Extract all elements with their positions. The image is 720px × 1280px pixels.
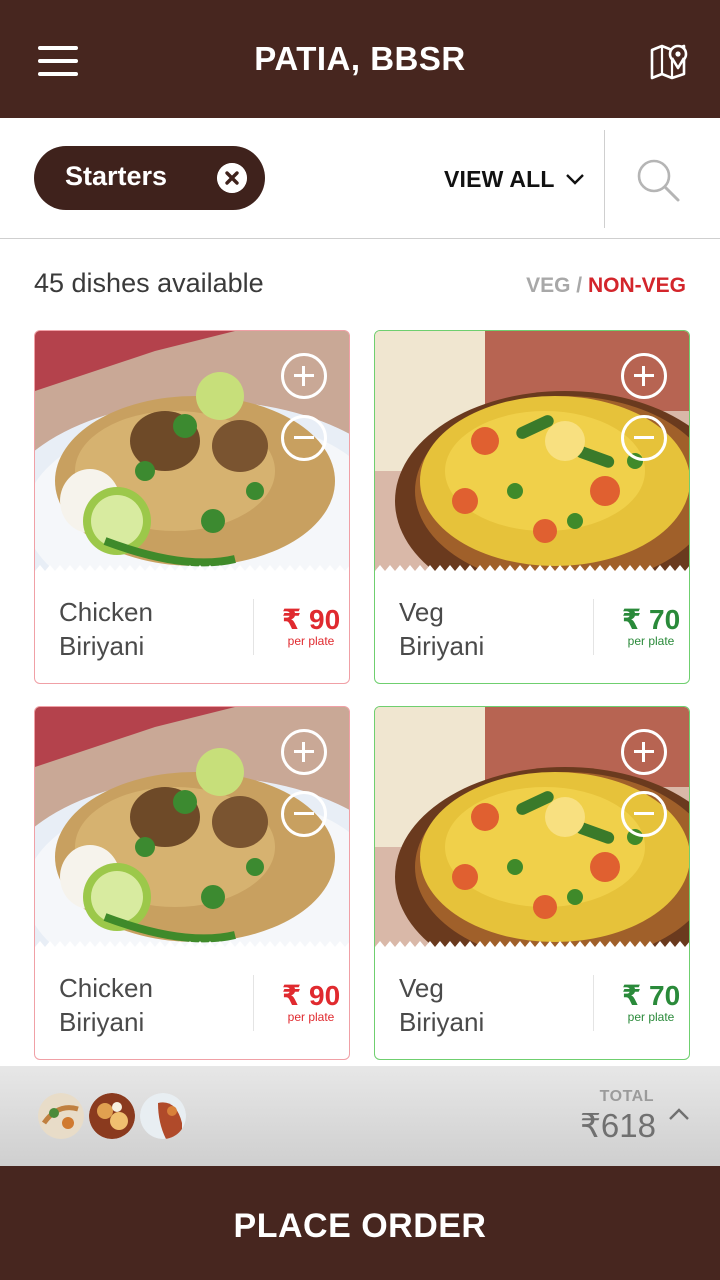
- dish-image: [375, 331, 689, 575]
- category-chip-label: Starters: [65, 161, 168, 191]
- location-title[interactable]: PATIA, BBSR: [160, 40, 560, 78]
- search-icon[interactable]: [634, 156, 682, 204]
- dish-price: ₹ 90: [281, 980, 341, 1011]
- chevron-up-icon[interactable]: [668, 1106, 690, 1122]
- dish-name: Chicken Biriyani: [59, 595, 229, 663]
- dish-name: Veg Biriyani: [399, 971, 569, 1039]
- add-icon[interactable]: [281, 353, 327, 399]
- remove-icon[interactable]: [621, 415, 667, 461]
- dish-image: [375, 707, 689, 951]
- dish-name: Veg Biriyani: [399, 595, 569, 663]
- dish-price: ₹ 90: [281, 604, 341, 635]
- diet-separator: /: [576, 274, 583, 297]
- dish-card[interactable]: Veg Biriyani ₹ 70 per plate: [374, 706, 690, 1060]
- total-value: ₹618: [579, 1107, 656, 1144]
- dish-name-line: Veg: [399, 973, 444, 1003]
- chevron-down-icon: [565, 174, 584, 185]
- dish-name-line: Biriyani: [399, 1007, 485, 1037]
- price-unit: per plate: [287, 1010, 335, 1024]
- dish-image: [35, 707, 349, 951]
- category-chip[interactable]: Starters: [34, 146, 265, 210]
- dish-name-line: Biriyani: [399, 631, 485, 661]
- divider: [593, 599, 594, 655]
- price-unit: per plate: [627, 634, 675, 648]
- divider: [593, 975, 594, 1031]
- nonveg-filter[interactable]: NON-VEG: [588, 274, 686, 297]
- divider: [253, 975, 254, 1031]
- place-order-button[interactable]: PLACE ORDER: [0, 1166, 720, 1280]
- dish-name-line: Biriyani: [59, 631, 145, 661]
- divider: [253, 599, 254, 655]
- view-all-label: VIEW ALL: [444, 165, 555, 192]
- dish-price: ₹ 70: [621, 604, 681, 635]
- dish-name-line: Veg: [399, 597, 444, 627]
- dish-name-line: Biriyani: [59, 1007, 145, 1037]
- map-pin-icon[interactable]: [648, 40, 690, 82]
- dish-card[interactable]: Chicken Biriyani ₹ 90 per plate: [34, 330, 350, 684]
- app-header: PATIA, BBSR: [0, 0, 720, 118]
- filter-bar: Starters VIEW ALL: [0, 118, 720, 239]
- price-unit: per plate: [627, 1010, 675, 1024]
- dish-card[interactable]: Veg Biriyani ₹ 70 per plate: [374, 330, 690, 684]
- price-unit: per plate: [287, 634, 335, 648]
- hamburger-menu-icon[interactable]: [38, 46, 78, 76]
- veg-filter[interactable]: VEG: [526, 274, 570, 297]
- dish-name: Chicken Biriyani: [59, 971, 229, 1039]
- cart-item-thumbnail: [89, 1093, 135, 1139]
- dish-count: 45 dishes available: [34, 268, 264, 298]
- add-icon[interactable]: [281, 729, 327, 775]
- cart-summary-bar[interactable]: TOTAL ₹618: [0, 1066, 720, 1166]
- diet-filter: VEG / NON-VEG: [526, 274, 686, 298]
- remove-icon[interactable]: [281, 415, 327, 461]
- dish-image: [35, 331, 349, 575]
- view-all-dropdown[interactable]: VIEW ALL: [444, 164, 585, 194]
- add-icon[interactable]: [621, 353, 667, 399]
- dish-name-line: Chicken: [59, 973, 153, 1003]
- remove-icon[interactable]: [281, 791, 327, 837]
- dish-price: ₹ 70: [621, 980, 681, 1011]
- close-icon[interactable]: [217, 163, 247, 193]
- dish-card[interactable]: Chicken Biriyani ₹ 90 per plate: [34, 706, 350, 1060]
- cart-item-thumbnail: [140, 1093, 186, 1139]
- divider: [604, 130, 605, 228]
- add-icon[interactable]: [621, 729, 667, 775]
- dish-name-line: Chicken: [59, 597, 153, 627]
- total-label: TOTAL: [599, 1088, 654, 1105]
- remove-icon[interactable]: [621, 791, 667, 837]
- cart-item-thumbnail: [38, 1093, 84, 1139]
